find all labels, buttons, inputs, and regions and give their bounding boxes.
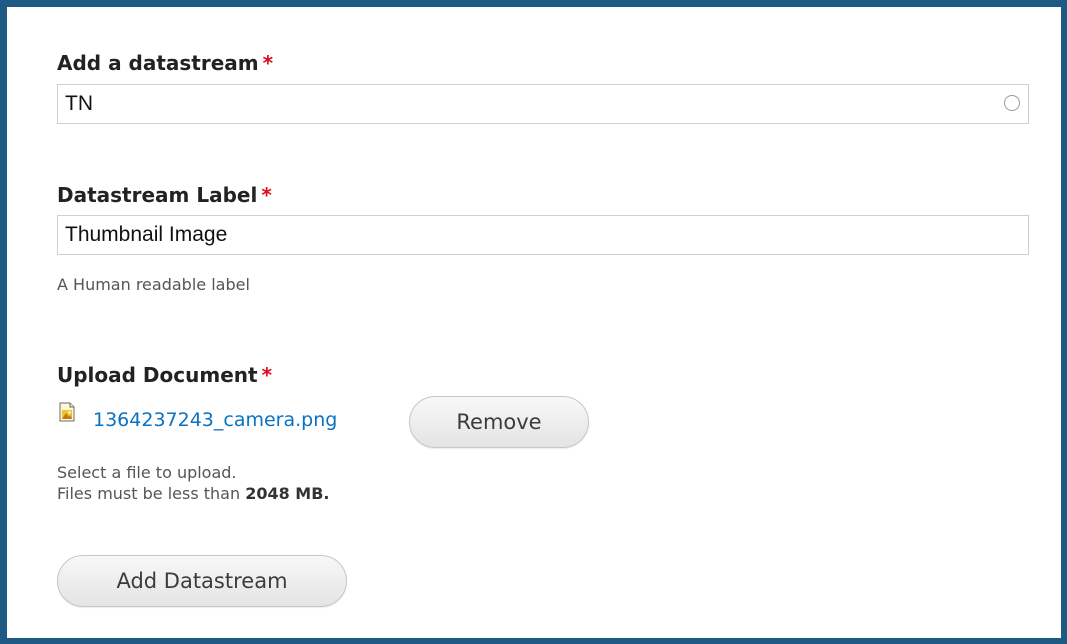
- upload-document-label-text: Upload Document: [57, 363, 258, 387]
- required-marker: *: [261, 183, 272, 207]
- datastream-label-description: A Human readable label: [57, 275, 250, 294]
- remove-button[interactable]: Remove: [409, 396, 589, 448]
- image-file-icon: [59, 402, 75, 422]
- upload-help-line1: Select a file to upload.: [57, 463, 237, 482]
- required-marker: *: [261, 363, 273, 387]
- upload-size-prefix: Files must be less than: [57, 484, 241, 503]
- datastream-label-field-label: Datastream Label *: [57, 183, 272, 207]
- datastream-label-input[interactable]: Thumbnail Image: [57, 215, 1029, 255]
- datastream-label-input-value: Thumbnail Image: [65, 223, 228, 246]
- add-datastream-button[interactable]: Add Datastream: [57, 555, 347, 607]
- uploaded-file-link[interactable]: 1364237243_camera.png: [93, 409, 337, 431]
- autocomplete-throbber-icon: [1004, 95, 1020, 111]
- datastream-input[interactable]: TN: [57, 84, 1029, 124]
- uploaded-file-row: 1364237243_camera.png Remove: [57, 396, 757, 448]
- upload-help-line2: Files must be less than 2048 MB.: [57, 484, 330, 504]
- required-marker: *: [262, 51, 274, 75]
- datastream-label-label-text: Datastream Label: [57, 183, 258, 207]
- datastream-field-label: Add a datastream *: [57, 51, 273, 75]
- datastream-label-text: Add a datastream: [57, 51, 259, 75]
- datastream-input-value: TN: [65, 92, 93, 115]
- upload-document-label: Upload Document *: [57, 363, 272, 387]
- page-frame: Add a datastream * TN Datastream Label * T…: [0, 0, 1067, 644]
- upload-size-limit: 2048 MB.: [245, 484, 330, 503]
